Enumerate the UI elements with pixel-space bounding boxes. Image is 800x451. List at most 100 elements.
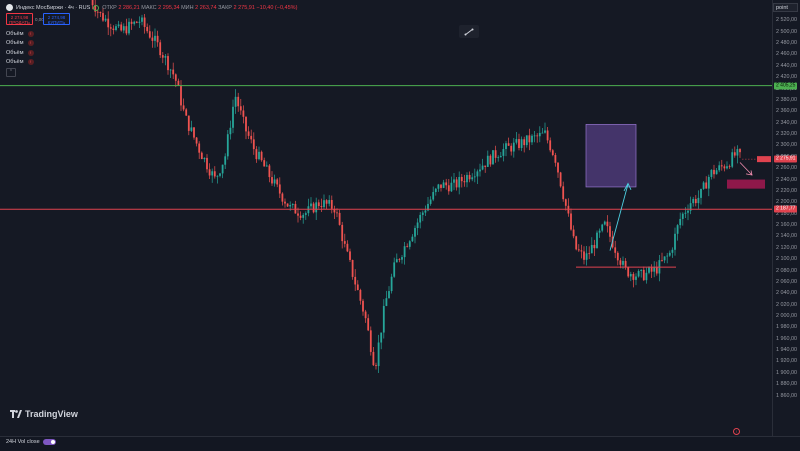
indicator-list: Объём ! Объём ! Объём ! Объём ! ⌃ (6, 29, 34, 77)
candle-body (687, 210, 689, 213)
candle-body (694, 198, 697, 204)
candle-body (583, 251, 585, 260)
candle-body (710, 169, 713, 177)
candle-body (707, 176, 710, 189)
indicator-item[interactable]: Объём ! (6, 58, 34, 68)
symbol-legend: Индекс МосБиржи · 4ч · RUS ОТКР 2 286,21… (6, 4, 297, 11)
candle-body (252, 139, 255, 150)
candle-body (468, 175, 471, 180)
candle-body (414, 228, 416, 237)
alert-circle-icon[interactable]: ! (733, 428, 740, 435)
price-tick: 2 000,00 (776, 312, 797, 319)
candle-body (525, 135, 528, 146)
candle-body (564, 199, 567, 206)
price-level-tag[interactable]: 2 275,91 (774, 155, 798, 163)
candle-body (661, 260, 663, 261)
candle-body (653, 267, 656, 272)
candle-body (289, 205, 292, 207)
candle-body (622, 260, 624, 265)
candle-body (570, 213, 572, 230)
candle-body (216, 175, 219, 177)
short-target-box (727, 179, 765, 189)
indicator-item[interactable]: Объём ! (6, 39, 34, 49)
indicator-label: Объём (6, 40, 24, 47)
sell-label: ПРОДАТЬ (9, 20, 30, 25)
chart-area[interactable] (0, 0, 772, 436)
price-axis[interactable]: 2 540,002 520,002 500,002 480,002 460,00… (772, 0, 800, 436)
candle-body (411, 236, 414, 242)
candle-body (143, 17, 146, 27)
candle-body (497, 157, 500, 159)
price-tick: 1 960,00 (776, 335, 797, 342)
candle-body (135, 21, 138, 23)
candle-body (343, 241, 346, 244)
candle-body (401, 257, 403, 260)
pane-legend-label: 24H Vol close (6, 439, 40, 445)
candle-body (141, 17, 143, 22)
candle-body (557, 162, 559, 173)
candle-body (182, 105, 185, 110)
chevron-up-icon[interactable]: ⌃ (6, 68, 16, 77)
candle-body (325, 200, 328, 204)
candle-body (120, 24, 123, 31)
error-badge-icon[interactable]: ! (27, 30, 34, 37)
ohlc-key: ЗАКР (218, 4, 234, 11)
candle-body (206, 157, 208, 170)
candle-body (515, 139, 518, 143)
sell-button[interactable]: 2 274,98 ПРОДАТЬ (6, 13, 33, 25)
candle-body (276, 179, 279, 185)
candle-body (278, 184, 281, 194)
candle-body (250, 135, 253, 140)
candle-body (720, 165, 723, 167)
candle-body (146, 26, 149, 32)
price-tick: 2 120,00 (776, 244, 797, 251)
price-chart[interactable] (0, 0, 772, 436)
candle-body (211, 171, 214, 176)
candle-body (663, 256, 666, 261)
market-status-icon[interactable] (93, 4, 100, 11)
candle-body (718, 165, 721, 171)
candle-body (208, 169, 211, 176)
symbol-title[interactable]: Индекс МосБиржи · 4ч · RUS (16, 5, 90, 11)
indicator-item[interactable]: Объём ! (6, 29, 34, 39)
candle-body (229, 127, 232, 135)
price-tick: 2 320,00 (776, 131, 797, 138)
buy-button[interactable]: 2 274,98 КУПИТЬ (43, 13, 70, 25)
error-badge-icon[interactable]: ! (27, 40, 34, 47)
candle-body (702, 182, 705, 189)
candle-body (648, 267, 650, 273)
candle-body (416, 222, 419, 229)
price-level-tag[interactable]: 2 187,77 (774, 205, 798, 213)
price-tick: 2 440,00 (776, 62, 797, 69)
error-badge-icon[interactable]: ! (27, 49, 34, 56)
candle-body (104, 18, 107, 21)
error-badge-icon[interactable]: ! (27, 59, 34, 66)
price-tick: 2 200,00 (776, 199, 797, 206)
candle-body (380, 332, 383, 343)
candle-body (268, 165, 271, 178)
candle-body (642, 269, 645, 281)
candle-body (614, 247, 617, 253)
candle-body (323, 200, 325, 208)
candle-body (320, 205, 323, 208)
candle-body (679, 218, 682, 226)
indicator-item[interactable]: Объём ! (6, 48, 34, 58)
candle-body (328, 200, 331, 204)
brush-pen-icon[interactable] (459, 25, 479, 38)
candle-body (700, 188, 702, 198)
candle-body (684, 212, 687, 214)
candle-body (237, 96, 240, 107)
candle-body (219, 173, 221, 176)
candle-body (351, 259, 354, 277)
candle-body (169, 69, 172, 71)
candle-body (234, 96, 237, 107)
candle-body (466, 175, 468, 183)
candle-body (200, 152, 203, 160)
candle-body (213, 171, 216, 177)
axis-mode-button[interactable]: point (773, 3, 798, 12)
toggle-icon[interactable] (42, 439, 56, 445)
price-level-tag[interactable]: 2 405,25 (774, 82, 798, 90)
tradingview-logo[interactable]: TradingView (10, 409, 78, 419)
candle-body (676, 225, 679, 234)
candle-body (284, 201, 286, 204)
